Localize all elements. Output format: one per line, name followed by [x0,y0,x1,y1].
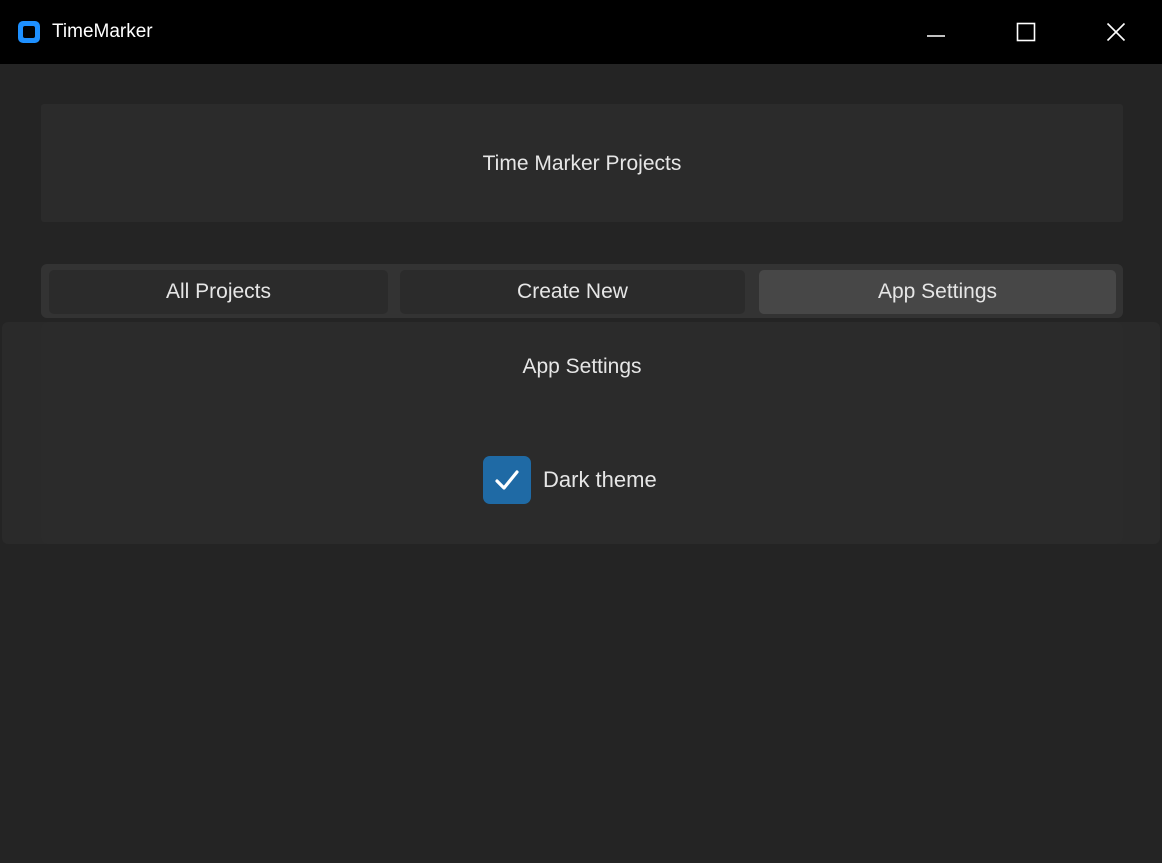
settings-title: App Settings [522,355,642,378]
maximize-icon [1016,22,1036,42]
settings-panel: App Settings Dark theme [41,322,1123,544]
window-title: TimeMarker [52,21,153,42]
tab-bar: All Projects Create New App Settings [41,264,1123,318]
header-frame: Time Marker Projects [41,104,1123,222]
dark-theme-checkbox[interactable] [483,456,531,504]
close-icon [1106,22,1126,42]
dark-theme-label: Dark theme [543,467,657,492]
title-bar[interactable]: TimeMarker [0,0,1162,64]
close-button[interactable] [1070,0,1162,64]
app-logo-icon [18,21,40,43]
tab-create-new[interactable]: Create New [400,270,745,314]
minimize-icon [927,35,945,37]
tab-app-settings[interactable]: App Settings [759,270,1116,314]
app-window: TimeMarker Time Marker Projects All Proj… [0,0,1162,863]
maximize-button[interactable] [980,0,1072,64]
page-title: Time Marker Projects [482,152,682,175]
checkmark-icon [495,470,519,490]
minimize-button[interactable] [890,0,982,64]
tab-all-projects[interactable]: All Projects [49,270,388,314]
